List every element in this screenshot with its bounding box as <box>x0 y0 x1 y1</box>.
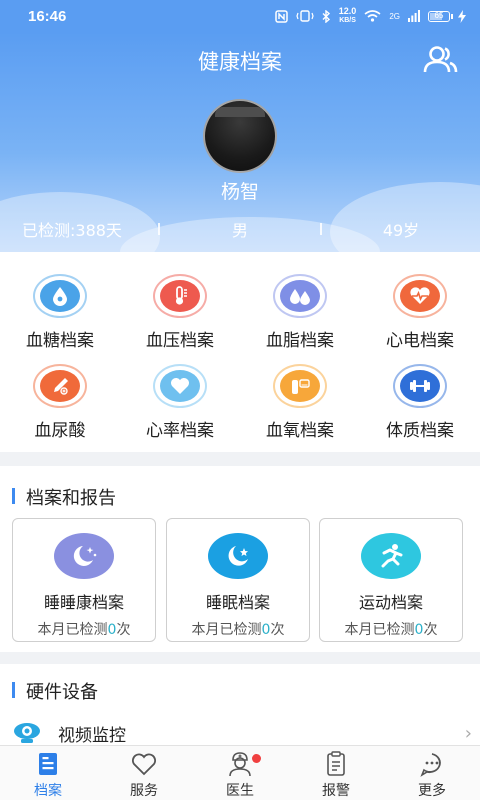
card-exercise[interactable]: 运动档案 本月已检测0次 <box>319 518 463 642</box>
dropper-icon <box>54 378 68 395</box>
card-subtitle: 本月已检测0次 <box>191 622 285 638</box>
avatar[interactable] <box>203 99 277 173</box>
hardware-item-video[interactable]: 视频监控 › <box>12 719 472 747</box>
card-title: 睡睡康档案 <box>43 593 124 612</box>
archive-label: 血氧档案 <box>266 421 334 441</box>
nav-label: 更多 <box>418 783 446 799</box>
nav-label: 档案 <box>34 783 62 799</box>
blood-drop-icon <box>53 287 67 306</box>
card-sleep-health[interactable]: 睡睡康档案 本月已检测0次 <box>12 518 156 642</box>
section-title: 硬件设备 <box>12 678 98 704</box>
users-icon[interactable] <box>422 44 458 74</box>
hardware-label: 视频监控 <box>58 725 126 746</box>
bluetooth-icon <box>322 9 330 23</box>
archive-label: 血尿酸 <box>34 421 86 441</box>
notification-badge <box>252 754 261 763</box>
status-bar: 16:46 12.0 KB/S 2G 65 <box>0 0 480 32</box>
archive-blood-oxygen[interactable]: 血氧档案 <box>240 364 360 441</box>
archive-constitution[interactable]: 体质档案 <box>360 364 480 441</box>
heart-outline-icon <box>132 753 156 776</box>
more-icon <box>420 753 441 777</box>
nav-label: 服务 <box>130 783 158 799</box>
card-title: 睡眠档案 <box>205 593 270 612</box>
card-title: 运动档案 <box>358 593 423 612</box>
wifi-icon <box>364 10 381 22</box>
nav-label: 医生 <box>226 783 254 799</box>
archive-icon <box>39 753 57 775</box>
oximeter-icon <box>292 379 310 394</box>
archive-grid: 血糖档案 血压档案 血脂档案 心电档案 血尿酸 心率档案 血氧档案 体质档案 <box>0 252 480 452</box>
battery-icon: 65 <box>428 10 453 22</box>
signal-icon <box>408 10 420 22</box>
nav-service[interactable]: 服务 <box>96 746 192 800</box>
archive-label: 血脂档案 <box>266 331 334 351</box>
thermometer-icon <box>175 286 187 305</box>
camera-icon <box>14 723 40 743</box>
archive-label: 血压档案 <box>146 331 214 351</box>
user-gender: 男 <box>231 221 248 240</box>
page-title: 健康档案 <box>198 50 282 74</box>
archive-label: 心率档案 <box>146 421 214 441</box>
dumbbell-icon <box>410 380 430 392</box>
user-name: 杨智 <box>220 181 259 203</box>
nav-alarm[interactable]: 报警 <box>288 746 384 800</box>
nfc-icon <box>275 9 288 23</box>
report-icon <box>327 751 345 776</box>
heart-icon <box>171 378 189 394</box>
card-sleep[interactable]: 睡眠档案 本月已检测0次 <box>166 518 310 642</box>
nav-label: 报警 <box>322 783 350 799</box>
nav-doctor[interactable]: 医生 <box>192 746 288 800</box>
archive-label: 体质档案 <box>386 421 454 441</box>
card-subtitle: 本月已检测0次 <box>344 622 438 638</box>
ecg-heart-icon <box>410 287 430 304</box>
nav-more[interactable]: 更多 <box>384 746 480 800</box>
archive-label: 心电档案 <box>386 331 454 351</box>
vibrate-icon <box>296 10 314 22</box>
user-age: 49岁 <box>382 221 420 240</box>
archive-blood-sugar[interactable]: 血糖档案 <box>0 274 120 351</box>
status-time: 16:46 <box>28 7 67 25</box>
bottom-nav: 档案 服务 医生 报警 更多 <box>0 745 480 800</box>
runner-icon <box>381 544 403 568</box>
detected-days: 已检测:388天 <box>22 221 122 240</box>
charging-icon <box>458 9 466 23</box>
archive-blood-lipid[interactable]: 血脂档案 <box>240 274 360 351</box>
archive-ecg[interactable]: 心电档案 <box>360 274 480 351</box>
status-icons: 12.0 KB/S 2G 65 <box>275 7 466 25</box>
section-title: 档案和报告 <box>12 484 116 510</box>
archive-uric-acid[interactable]: 血尿酸 <box>0 364 120 441</box>
nav-archive[interactable]: 档案 <box>0 746 96 800</box>
moon-star-icon <box>228 546 248 566</box>
profile-header: 健康档案 杨智 已检测:388天 男 49岁 <box>0 32 480 252</box>
signal-label: 2G <box>389 11 400 21</box>
moon-stars-icon <box>73 546 97 566</box>
network-speed: 12.0 KB/S <box>338 6 357 25</box>
archive-blood-pressure[interactable]: 血压档案 <box>120 274 240 351</box>
user-stats: 已检测:388天 男 49岁 <box>0 218 480 240</box>
drops-icon <box>290 289 310 305</box>
chevron-right-icon: › <box>464 722 472 744</box>
archive-heart-rate[interactable]: 心率档案 <box>120 364 240 441</box>
doctor-icon <box>229 752 251 777</box>
card-subtitle: 本月已检测0次 <box>37 622 131 638</box>
archive-label: 血糖档案 <box>26 331 94 351</box>
